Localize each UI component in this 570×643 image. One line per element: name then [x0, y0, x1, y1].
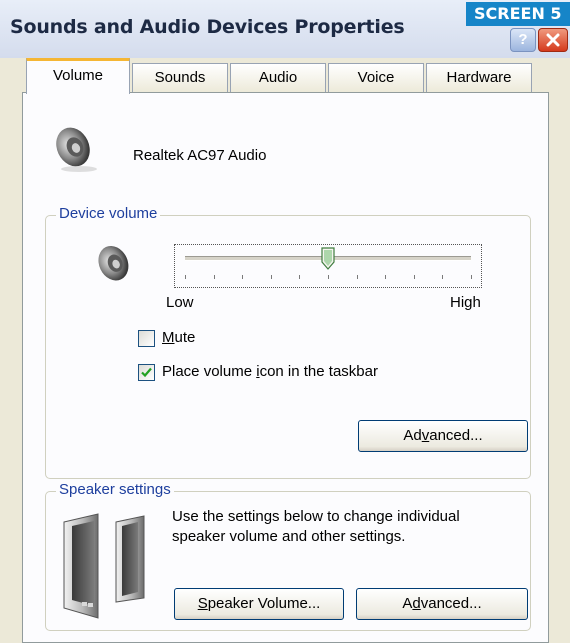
slider-tick	[270, 275, 272, 279]
slider-tick	[185, 275, 186, 279]
title-bar: Sounds and Audio Devices Properties ? SC…	[0, 0, 570, 58]
slider-tick	[242, 275, 244, 279]
slider-tick	[385, 275, 387, 279]
slider-tick	[213, 275, 215, 279]
volume-speaker-icon	[98, 245, 129, 281]
tab-sounds[interactable]: Sounds	[132, 63, 228, 93]
group-label: Speaker settings	[56, 481, 174, 498]
help-button[interactable]: ?	[510, 28, 536, 52]
slider-tick	[328, 275, 329, 279]
tab-volume[interactable]: Volume	[26, 58, 130, 94]
speaker-description-line1: Use the settings below to change individ…	[172, 508, 460, 525]
speaker-icon	[56, 127, 97, 172]
mute-checkbox[interactable]	[138, 330, 155, 347]
device-name: Realtek AC97 Audio	[133, 147, 267, 164]
slider-low-label: Low	[166, 294, 194, 311]
slider-high-label: High	[450, 294, 481, 311]
slider-tick	[471, 275, 472, 279]
group-label: Device volume	[56, 205, 161, 222]
speakers-icon	[63, 513, 145, 619]
checkmark-icon	[141, 367, 152, 378]
speaker-description-line2: speaker volume and other settings.	[172, 528, 406, 545]
speaker-volume-button[interactable]: Speaker Volume...	[174, 588, 344, 620]
volume-panel: Realtek AC97 Audio Device volume Low Hig…	[22, 92, 549, 643]
slider-tick	[413, 275, 415, 279]
slider-tick	[356, 275, 358, 279]
close-icon	[546, 33, 560, 47]
device-volume-group: Device volume Low High Mute Place volume…	[45, 205, 531, 479]
volume-advanced-button[interactable]: Advanced...	[358, 420, 528, 452]
speaker-settings-group: Speaker settings Use the settings below …	[45, 481, 531, 631]
taskbar-icon-label[interactable]: Place volume icon in the taskbar	[162, 363, 378, 380]
screen-badge: SCREEN 5	[466, 2, 570, 26]
help-icon: ?	[518, 31, 528, 48]
window-title: Sounds and Audio Devices Properties	[10, 16, 405, 38]
slider-thumb[interactable]	[321, 247, 335, 271]
tab-audio[interactable]: Audio	[230, 63, 326, 93]
tab-label: Sounds	[154, 69, 206, 86]
slider-tick	[299, 275, 301, 279]
tab-label: Audio	[258, 69, 298, 86]
close-button[interactable]	[538, 28, 568, 52]
slider-tick	[442, 275, 444, 279]
tab-hardware[interactable]: Hardware	[426, 63, 532, 93]
volume-slider[interactable]	[174, 244, 482, 288]
mute-label[interactable]: Mute	[162, 329, 195, 346]
tab-label: Voice	[357, 69, 395, 86]
tab-voice[interactable]: Voice	[328, 63, 424, 93]
tab-label: Volume	[52, 67, 104, 84]
speaker-advanced-button[interactable]: Advanced...	[356, 588, 528, 620]
taskbar-icon-checkbox[interactable]	[138, 364, 155, 381]
tab-label: Hardware	[446, 69, 512, 86]
